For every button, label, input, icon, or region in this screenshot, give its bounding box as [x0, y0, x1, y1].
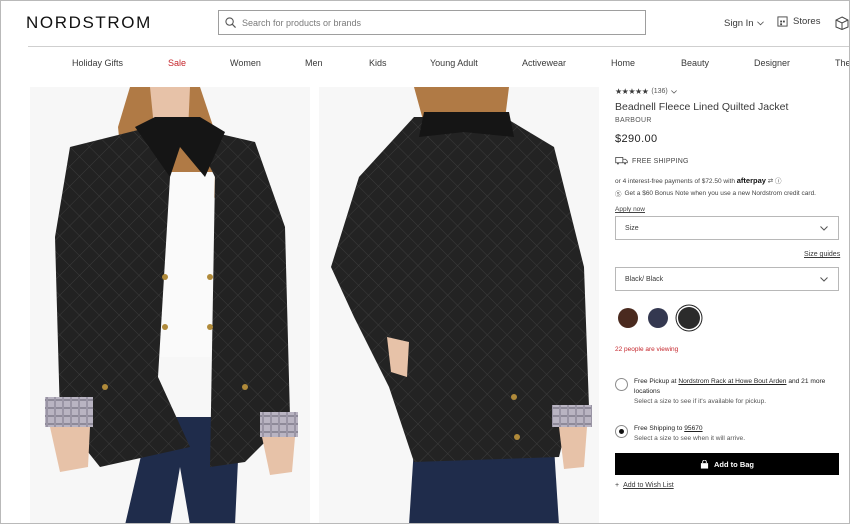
- review-count: (136): [651, 88, 668, 95]
- pickup-sub: Select a size to see if it's available f…: [634, 397, 767, 405]
- shopping-bag-icon[interactable]: [835, 16, 849, 30]
- shipping-option[interactable]: Free Shipping to 95670 Select a size to …: [615, 424, 841, 444]
- chevron-down-icon: [670, 89, 677, 94]
- nav-item-sale[interactable]: Sale: [168, 58, 186, 68]
- color-select-label: Black/ Black: [625, 275, 664, 283]
- nav-item-the[interactable]: The: [835, 58, 849, 68]
- product-brand[interactable]: BARBOUR: [615, 117, 839, 124]
- nordstrom-logo[interactable]: NORDSTROM: [26, 13, 152, 33]
- info-icon[interactable]: ⓘ: [775, 178, 782, 185]
- viewing-count: 22 people are viewing: [615, 346, 679, 353]
- nav-item-beauty[interactable]: Beauty: [681, 58, 709, 68]
- dollar-circle-icon: Ⓢ: [615, 191, 622, 198]
- bonus-text: Get a $60 Bonus Note when you use a new …: [624, 189, 817, 197]
- pickup-text: Free Pickup at Nordstrom Rack at Howe Bo…: [634, 377, 841, 407]
- pickup-radio[interactable]: [615, 378, 628, 391]
- bag-icon: [700, 459, 709, 469]
- shipping-radio[interactable]: [615, 425, 628, 438]
- star-rating-icon: ★★★★★: [615, 87, 649, 96]
- afterpay-logo[interactable]: afterpay: [737, 176, 766, 185]
- shipping-zip-link[interactable]: 95670: [684, 425, 702, 432]
- product-info: ★★★★★ (136) Beadnell Fleece Lined Quilte…: [615, 87, 839, 216]
- nav-item-women[interactable]: Women: [230, 58, 261, 68]
- nav-item-holiday-gifts[interactable]: Holiday Gifts: [72, 58, 123, 68]
- swatch-navy[interactable]: [648, 308, 668, 328]
- store-icon: [777, 16, 788, 27]
- sign-in-label: Sign In: [724, 18, 754, 29]
- color-swatches: [618, 307, 700, 329]
- free-shipping-label: FREE SHIPPING: [632, 157, 689, 165]
- jacket-back-illustration: [331, 87, 592, 523]
- search-bar[interactable]: [218, 10, 646, 35]
- size-select-label: Size: [625, 224, 639, 232]
- product-price: $290.00: [615, 133, 658, 145]
- product-image-front[interactable]: [30, 87, 310, 523]
- nav-item-activewear[interactable]: Activewear: [522, 58, 566, 68]
- chevron-down-icon: [820, 276, 828, 282]
- main-nav: Holiday Gifts Sale Women Men Kids Young …: [1, 53, 849, 73]
- shipping-prefix: Free Shipping to: [634, 425, 683, 432]
- sign-in-button[interactable]: Sign In: [724, 18, 764, 29]
- size-guides-link[interactable]: Size guides: [804, 251, 840, 258]
- pickup-store-link[interactable]: Nordstrom Rack at Howe Bout Arden: [678, 378, 786, 385]
- search-input[interactable]: [242, 17, 622, 28]
- swatch-brown[interactable]: [618, 308, 638, 328]
- stores-label: Stores: [793, 16, 821, 27]
- color-select[interactable]: Black/ Black: [615, 267, 839, 291]
- search-icon: [225, 17, 236, 28]
- swatch-black[interactable]: [678, 307, 700, 329]
- pickup-prefix: Free Pickup at: [634, 378, 677, 385]
- nav-item-home[interactable]: Home: [611, 58, 635, 68]
- truck-icon: [615, 157, 628, 165]
- chevron-down-icon: [820, 225, 828, 231]
- add-to-bag-button[interactable]: Add to Bag: [615, 453, 839, 475]
- pickup-option[interactable]: Free Pickup at Nordstrom Rack at Howe Bo…: [615, 377, 841, 407]
- page-frame: NORDSTROM Sign In Stores Holiday Gifts S…: [0, 0, 850, 524]
- free-shipping-badge: FREE SHIPPING: [615, 157, 839, 165]
- chevron-down-icon: [756, 21, 764, 26]
- nav-item-men[interactable]: Men: [305, 58, 323, 68]
- jacket-front-illustration: [45, 87, 298, 523]
- size-select[interactable]: Size: [615, 216, 839, 240]
- nav-item-young-adult[interactable]: Young Adult: [430, 58, 478, 68]
- product-image-back[interactable]: [319, 87, 599, 523]
- shipping-sub: Select a size to see when it will arrive…: [634, 434, 746, 442]
- add-to-bag-label: Add to Bag: [714, 459, 754, 469]
- nav-item-kids[interactable]: Kids: [369, 58, 387, 68]
- afterpay-info: or 4 interest-free payments of $72.50 wi…: [615, 175, 839, 185]
- nav-item-designer[interactable]: Designer: [754, 58, 790, 68]
- apply-now-link[interactable]: Apply now: [615, 206, 645, 213]
- afterpay-arrow-icon: ⇄: [767, 178, 774, 185]
- wish-list-label: Add to Wish List: [623, 482, 674, 489]
- shipping-text: Free Shipping to 95670 Select a size to …: [634, 424, 745, 444]
- afterpay-text: or 4 interest-free payments of $72.50 wi…: [615, 178, 735, 185]
- rating[interactable]: ★★★★★ (136): [615, 87, 839, 96]
- plus-icon: +: [615, 482, 620, 489]
- header-divider: [28, 46, 849, 47]
- stores-button[interactable]: Stores: [777, 16, 820, 27]
- add-to-wish-list[interactable]: + Add to Wish List: [615, 482, 674, 489]
- bonus-note: Ⓢ Get a $60 Bonus Note when you use a ne…: [615, 188, 839, 199]
- product-title: Beadnell Fleece Lined Quilted Jacket: [615, 101, 789, 113]
